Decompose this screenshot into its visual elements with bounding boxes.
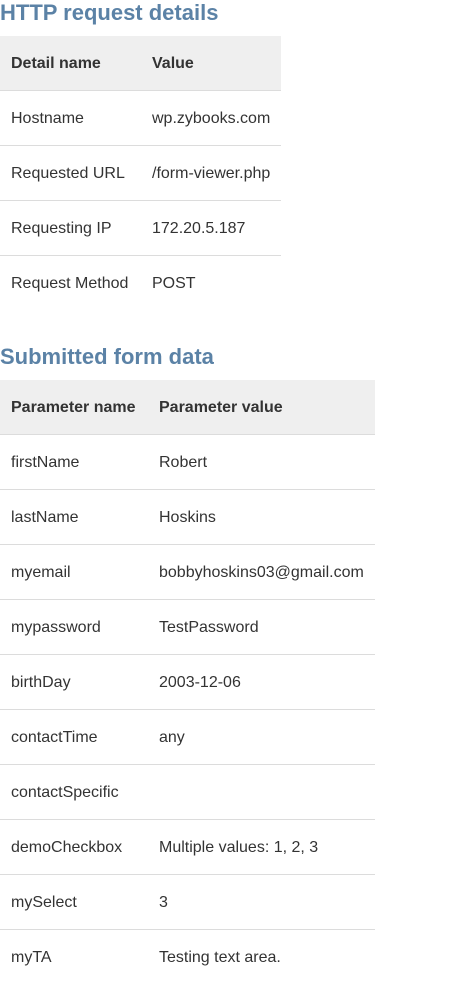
column-header-value: Value: [141, 36, 281, 91]
parameter-value-cell: TestPassword: [148, 600, 375, 655]
detail-name-cell: Requesting IP: [0, 201, 141, 256]
table-row: contactTime any: [0, 710, 375, 765]
parameter-value-cell: Robert: [148, 435, 375, 490]
table-row: myTA Testing text area.: [0, 930, 375, 984]
detail-value-cell: POST: [141, 256, 281, 311]
table-row: mypassword TestPassword: [0, 600, 375, 655]
table-row: myemail bobbyhoskins03@gmail.com: [0, 545, 375, 600]
parameter-name-cell: mypassword: [0, 600, 148, 655]
parameter-value-cell: bobbyhoskins03@gmail.com: [148, 545, 375, 600]
http-request-details-title: HTTP request details: [0, 0, 455, 26]
detail-value-cell: wp.zybooks.com: [141, 91, 281, 146]
table-header-row: Detail name Value: [0, 36, 281, 91]
parameter-name-cell: mySelect: [0, 875, 148, 930]
parameter-value-cell: 3: [148, 875, 375, 930]
submitted-form-data-title: Submitted form data: [0, 344, 455, 370]
parameter-name-cell: myTA: [0, 930, 148, 984]
detail-value-cell: /form-viewer.php: [141, 146, 281, 201]
parameter-name-cell: myemail: [0, 545, 148, 600]
parameter-name-cell: demoCheckbox: [0, 820, 148, 875]
table-row: firstName Robert: [0, 435, 375, 490]
table-row: lastName Hoskins: [0, 490, 375, 545]
table-row: birthDay 2003-12-06: [0, 655, 375, 710]
table-row: contactSpecific: [0, 765, 375, 820]
parameter-name-cell: contactTime: [0, 710, 148, 765]
table-row: Requesting IP 172.20.5.187: [0, 201, 281, 256]
parameter-value-cell: Multiple values: 1, 2, 3: [148, 820, 375, 875]
detail-name-cell: Request Method: [0, 256, 141, 311]
detail-name-cell: Requested URL: [0, 146, 141, 201]
detail-name-cell: Hostname: [0, 91, 141, 146]
parameter-value-cell: Hoskins: [148, 490, 375, 545]
table-row: Requested URL /form-viewer.php: [0, 146, 281, 201]
table-header-row: Parameter name Parameter value: [0, 380, 375, 435]
parameter-name-cell: contactSpecific: [0, 765, 148, 820]
submitted-form-data-table: Parameter name Parameter value firstName…: [0, 380, 375, 984]
parameter-value-cell: 2003-12-06: [148, 655, 375, 710]
column-header-parameter-value: Parameter value: [148, 380, 375, 435]
table-row: mySelect 3: [0, 875, 375, 930]
table-row: demoCheckbox Multiple values: 1, 2, 3: [0, 820, 375, 875]
parameter-value-cell: Testing text area.: [148, 930, 375, 984]
parameter-name-cell: birthDay: [0, 655, 148, 710]
http-request-details-table: Detail name Value Hostname wp.zybooks.co…: [0, 36, 281, 310]
table-row: Request Method POST: [0, 256, 281, 311]
parameter-name-cell: firstName: [0, 435, 148, 490]
parameter-value-cell: any: [148, 710, 375, 765]
table-row: Hostname wp.zybooks.com: [0, 91, 281, 146]
parameter-name-cell: lastName: [0, 490, 148, 545]
column-header-detail-name: Detail name: [0, 36, 141, 91]
column-header-parameter-name: Parameter name: [0, 380, 148, 435]
detail-value-cell: 172.20.5.187: [141, 201, 281, 256]
parameter-value-cell: [148, 765, 375, 820]
